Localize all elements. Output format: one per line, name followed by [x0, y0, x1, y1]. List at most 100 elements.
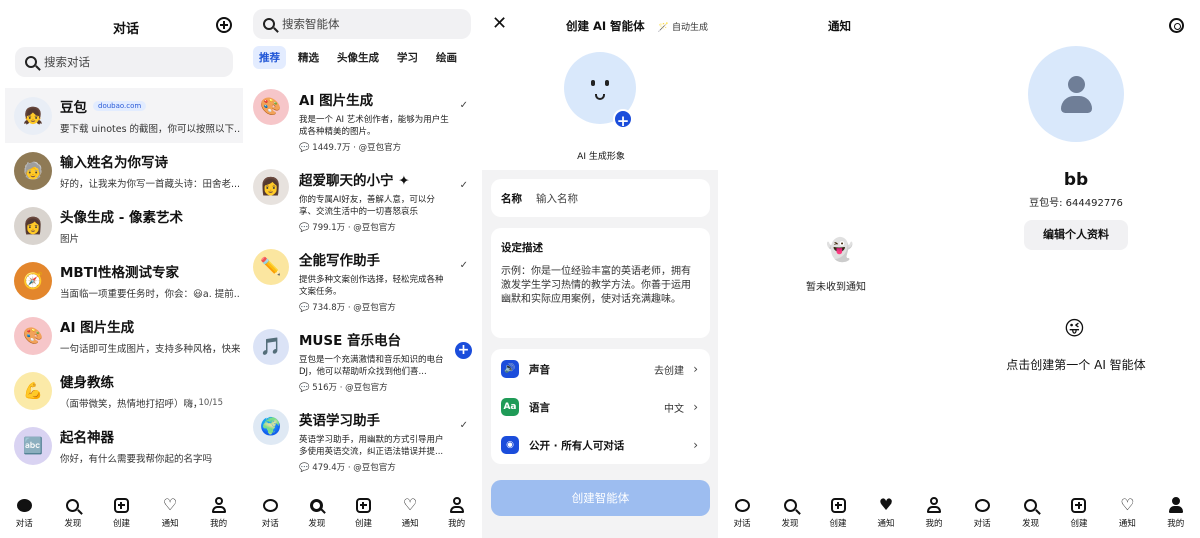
bot-card[interactable]: 👩 超爱聊天的小宁 ✦ 你的专属AI好友，善解人意，可以分享、交流生活中的一切喜… — [247, 160, 480, 240]
nav-chat[interactable]: 对话 — [962, 496, 1002, 529]
bot-meta: 💬 1449.7万 · @豆包官方 — [299, 143, 402, 153]
nav-chat[interactable]: 对话 — [722, 496, 762, 529]
nav-notifications[interactable]: ♡ 通知 — [390, 495, 430, 530]
name-field[interactable]: 名称 输入名称 — [491, 179, 710, 217]
nav-label: 我的 — [1167, 519, 1185, 529]
heart-icon: ♡ — [402, 495, 418, 514]
person-head — [1068, 76, 1085, 93]
bot-author: @豆包官方 — [358, 143, 402, 153]
tab-recommended[interactable]: 推荐 — [253, 46, 286, 69]
nav-me[interactable]: 我的 — [437, 496, 477, 529]
name-label: 名称 — [501, 192, 522, 205]
description-field[interactable]: 设定描述 示例：你是一位经验丰富的英语老师，拥有激发学生学习热情的教学方法。你善… — [491, 228, 710, 338]
setting-label: 声音 — [529, 363, 550, 376]
tab-study[interactable]: 学习 — [391, 46, 424, 69]
bot-usage: 1449.7万 — [312, 143, 351, 153]
edit-profile-button[interactable]: 编辑个人资料 — [1024, 220, 1128, 250]
bot-card[interactable]: 🌍 英语学习助手 英语学习助手，用幽默的方式引导用户多使用英语交流，纠正语法错误… — [247, 400, 480, 480]
search-icon — [310, 498, 324, 512]
settings-gear-icon[interactable] — [1169, 18, 1184, 33]
nav-label: 发现 — [308, 519, 326, 529]
nav-chat[interactable]: 对话 — [250, 496, 290, 529]
nav-notifications[interactable]: ♥ 通知 — [866, 496, 906, 530]
setting-value: 去创建 — [654, 365, 684, 377]
nav-label: 通知 — [401, 519, 419, 529]
nav-me[interactable]: 我的 — [199, 496, 239, 529]
nav-discover[interactable]: 发现 — [297, 496, 337, 529]
pencil-avatar: ✏️ — [253, 249, 289, 285]
language-setting-row[interactable]: Aa 语言 中文 › — [491, 388, 710, 426]
speaker-icon: 🔊 — [501, 360, 519, 378]
bot-card[interactable]: 🎨 AI 图片生成 我是一个 AI 艺术创作者，能够为用户生成各种精美的图片。 … — [247, 80, 480, 160]
conversation-name: 头像生成 - 像素艺术 — [60, 210, 184, 226]
nav-notifications[interactable]: ♡ 通知 — [1107, 496, 1147, 530]
nav-create[interactable]: 创建 — [818, 496, 858, 529]
search-input[interactable]: 搜索智能体 — [253, 9, 471, 39]
nav-chat[interactable]: 对话 — [4, 496, 44, 529]
bot-description: 英语学习助手，用幽默的方式引导用户多使用英语交流，纠正语法错误并提... — [299, 435, 444, 457]
add-avatar-plus-icon[interactable]: + — [613, 109, 633, 130]
profile-avatar[interactable] — [1028, 46, 1124, 142]
chat-icon — [262, 498, 278, 512]
nav-create[interactable]: 创建 — [1059, 496, 1099, 529]
visibility-setting-row[interactable]: ◉ 公开 · 所有人可对话 › — [491, 426, 710, 464]
person-icon — [211, 497, 226, 513]
nav-discover[interactable]: 发现 — [1011, 496, 1051, 529]
search-input[interactable]: 搜索对话 — [15, 47, 233, 77]
plus-square-icon — [830, 497, 846, 513]
nav-label: 我的 — [925, 519, 943, 529]
bottom-nav: 对话 发现 创建 ♡ 通知 我的 — [247, 490, 480, 538]
nav-discover[interactable]: 发现 — [53, 496, 93, 529]
create-bot-button[interactable]: 创建智能体 — [491, 480, 710, 516]
create-bot-screen: ✕ 创建 AI 智能体 🪄 自动生成 + AI 生成形象 名称 输入名称 设定描… — [482, 0, 718, 538]
profile-id: 豆包号: 644492776 — [1029, 198, 1123, 209]
added-check-icon[interactable]: ✓ — [460, 260, 468, 271]
conversation-item[interactable]: 🧓 输入姓名为你写诗 好的，让我来为你写一首藏头诗：田舍老... — [5, 143, 243, 198]
nav-create[interactable]: 创建 — [343, 496, 383, 529]
tab-drawing[interactable]: 绘画 — [430, 46, 463, 69]
close-icon[interactable]: ✕ — [492, 15, 507, 33]
nav-discover[interactable]: 发现 — [770, 496, 810, 529]
conversation-item[interactable]: 🧭 MBTI性格测试专家 当面临一项重要任务时，你会：😃a. 提前... — [5, 253, 243, 308]
nav-label: 我的 — [448, 519, 466, 529]
girl-avatar: 👩 — [253, 169, 289, 205]
voice-setting-row[interactable]: 🔊 声音 去创建 › — [491, 350, 710, 388]
mouth — [595, 94, 605, 100]
conversation-item[interactable]: 👩 头像生成 - 像素艺术 图片 — [5, 198, 243, 253]
conversation-item[interactable]: 🔤 起名神器 你好，有什么需要我帮你起的名字吗 — [5, 418, 243, 473]
wink-emoji-icon: 😜 — [1064, 316, 1085, 340]
added-check-icon[interactable]: ✓ — [460, 100, 468, 111]
conversation-item[interactable]: 👧 豆包 doubao.com 要下载 uinotes 的截图，你可以按照以下..… — [5, 88, 243, 143]
add-bot-plus-icon[interactable]: + — [455, 342, 472, 359]
search-icon — [1024, 498, 1038, 512]
bot-name: 全能写作助手 — [299, 253, 380, 269]
auto-generate-button[interactable]: 🪄 自动生成 — [658, 20, 708, 33]
bot-author: @豆包官方 — [353, 463, 396, 473]
nav-notifications[interactable]: ♡ 通知 — [150, 496, 190, 530]
conversation-name: 输入姓名为你写诗 — [60, 155, 168, 171]
ai-generate-image-button[interactable]: AI 生成形象 — [566, 147, 636, 167]
discover-screen: 搜索智能体 推荐 精选 头像生成 学习 绘画 🎨 AI 图片生成 我是一个 AI… — [247, 0, 480, 538]
bot-card[interactable]: 🎵 MUSE 音乐电台 豆包是一个充满激情和音乐知识的电台 DJ，他可以帮助听众… — [247, 320, 480, 400]
page-title: 创建 AI 智能体 — [566, 19, 645, 33]
tab-avatar[interactable]: 头像生成 — [331, 46, 385, 69]
nav-me[interactable]: 我的 — [1156, 496, 1196, 529]
settings-card: 🔊 声音 去创建 › Aa 语言 中文 › ◉ 公开 · 所有人可对话 › — [491, 349, 710, 464]
conversation-item[interactable]: 💪 健身教练 （面带微笑，热情地打招呼）嗨，朋友！欢... 10/15 — [5, 363, 243, 418]
nav-create[interactable]: 创建 — [101, 496, 141, 529]
music-note-avatar: 🎵 — [253, 329, 289, 365]
create-first-bot-link[interactable]: 点击创建第一个 AI 智能体 — [976, 356, 1176, 373]
bottom-nav: 对话 发现 创建 ♥ 通知 我的 — [718, 490, 958, 538]
eye — [605, 80, 609, 86]
bot-card[interactable]: ✏️ 全能写作助手 提供多种文案创作选择，轻松完成各种文案任务。 💬 734.8… — [247, 240, 480, 320]
name-placeholder: 输入名称 — [536, 192, 578, 205]
added-check-icon[interactable]: ✓ — [460, 420, 468, 431]
setting-label: 语言 — [529, 401, 550, 414]
nav-label: 对话 — [261, 519, 279, 529]
added-check-icon[interactable]: ✓ — [460, 180, 468, 191]
nav-me[interactable]: 我的 — [914, 496, 954, 529]
new-chat-plus-icon[interactable] — [216, 17, 232, 33]
conversation-item[interactable]: 🎨 AI 图片生成 一句话即可生成图片，支持多种风格，快来... — [5, 308, 243, 363]
tab-featured[interactable]: 精选 — [292, 46, 325, 69]
bot-meta: 💬 516万 · @豆包官方 — [299, 383, 388, 393]
